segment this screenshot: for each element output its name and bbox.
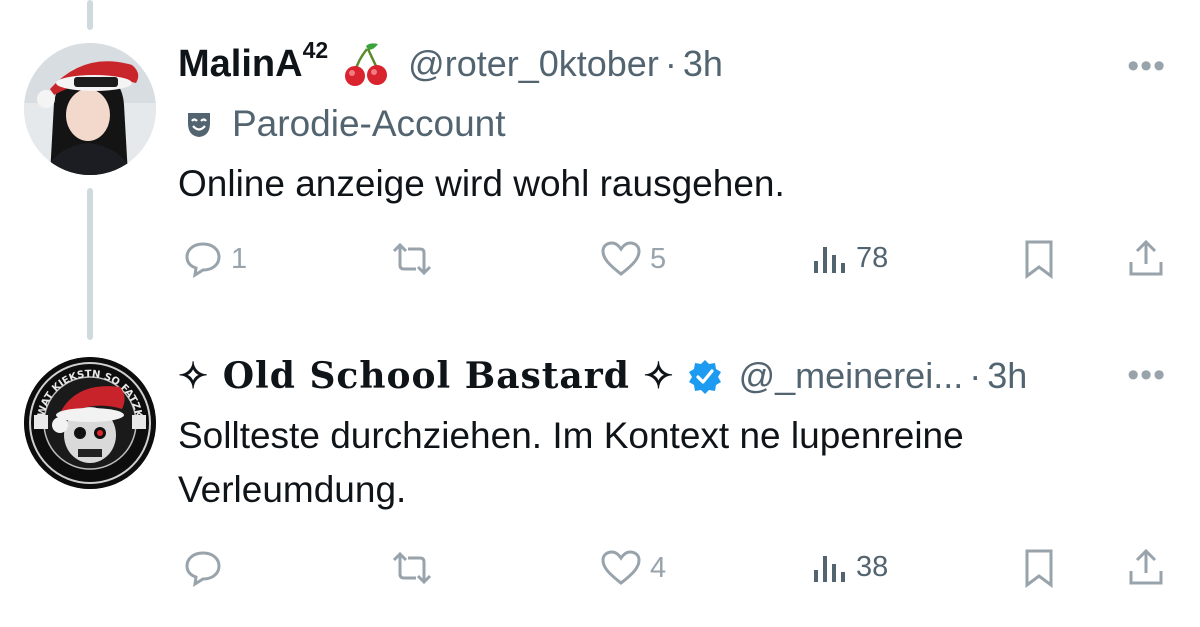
views-button[interactable]: 38 xyxy=(812,551,888,584)
views-button[interactable]: 78 xyxy=(812,242,888,275)
more-options-icon[interactable]: ••• xyxy=(1127,356,1166,395)
parody-label: Parodie-Account xyxy=(178,100,506,148)
thread-line-top xyxy=(87,0,93,30)
like-count: 5 xyxy=(650,242,667,275)
more-options-icon[interactable]: ••• xyxy=(1127,47,1166,86)
avatar[interactable]: WAT KIEKSTN SO FATZKE? xyxy=(24,357,156,489)
views-chart-icon xyxy=(814,246,845,273)
share-button[interactable] xyxy=(1126,238,1166,278)
share-icon xyxy=(1129,239,1163,276)
avatar[interactable] xyxy=(24,43,156,175)
handle[interactable]: @roter_0ktober xyxy=(408,43,659,85)
thread-line-middle xyxy=(87,188,93,340)
reply-button[interactable]: 1 xyxy=(183,240,247,278)
retweet-icon xyxy=(392,551,432,585)
handle[interactable]: @_meinerei... xyxy=(739,355,964,397)
avatar-image xyxy=(24,43,156,175)
retweet-icon xyxy=(392,242,432,276)
reply-icon xyxy=(185,242,221,278)
like-button[interactable]: 4 xyxy=(600,549,666,587)
like-count: 4 xyxy=(650,551,667,584)
bookmark-icon xyxy=(1025,240,1053,279)
retweet-button[interactable] xyxy=(388,550,444,586)
reply-icon xyxy=(185,551,221,587)
display-name[interactable]: ✧ Old School Bastard ✧ xyxy=(178,355,675,397)
tweet2-header: ✧ Old School Bastard ✧ @_meinerei... · 3… xyxy=(178,352,1027,400)
retweet-button[interactable] xyxy=(388,241,444,277)
heart-icon xyxy=(601,241,641,276)
timestamp[interactable]: 3h xyxy=(683,43,723,85)
avatar-image: WAT KIEKSTN SO FATZKE? xyxy=(24,357,156,489)
like-button[interactable]: 5 xyxy=(600,240,666,278)
share-button[interactable] xyxy=(1126,547,1166,587)
cherries-emoji-icon xyxy=(345,43,388,86)
reply-count: 1 xyxy=(231,242,248,275)
bookmark-button[interactable] xyxy=(1022,239,1056,279)
reply-button[interactable] xyxy=(183,549,231,587)
bookmark-button[interactable] xyxy=(1022,548,1056,588)
tweet1-header: MalinA 42 @roter_0ktober · 3h xyxy=(178,36,723,88)
name-superscript: 42 xyxy=(302,36,329,63)
views-chart-icon xyxy=(814,555,845,582)
share-icon xyxy=(1129,548,1163,585)
tweet-text-line2: Verleumdung. xyxy=(178,469,407,510)
bookmark-icon xyxy=(1025,549,1053,588)
separator-dot: · xyxy=(664,43,677,84)
heart-icon xyxy=(601,550,641,585)
views-count: 38 xyxy=(856,551,889,583)
separator-dot: · xyxy=(969,355,982,396)
parody-mask-icon xyxy=(188,113,210,137)
display-name[interactable]: MalinA xyxy=(178,43,303,86)
tweet-text: Online anzeige wird wohl rausgehen. xyxy=(178,163,785,204)
timestamp[interactable]: 3h xyxy=(987,355,1027,397)
parody-account-label: Parodie-Account xyxy=(232,103,506,144)
tweet-text-line1: Sollteste durchziehen. Im Kontext ne lup… xyxy=(178,415,964,456)
views-count: 78 xyxy=(856,242,889,274)
verified-badge-icon xyxy=(688,360,721,394)
